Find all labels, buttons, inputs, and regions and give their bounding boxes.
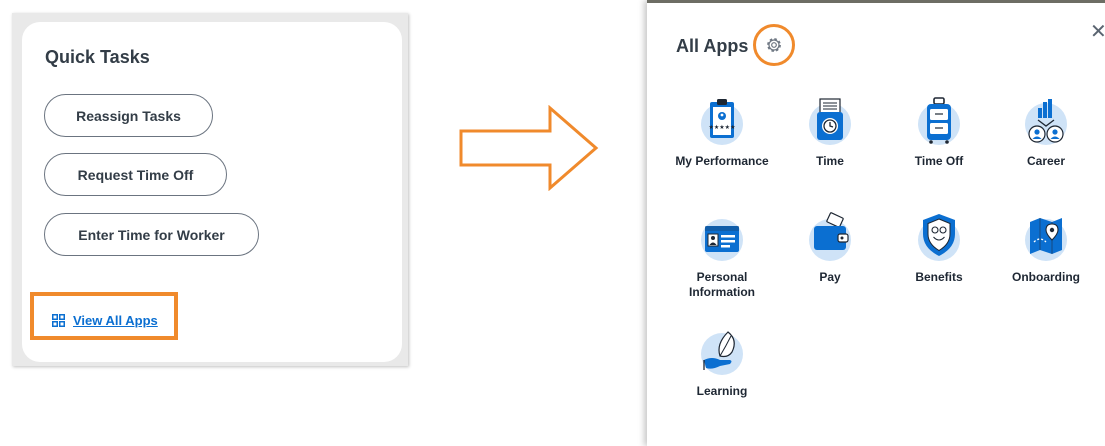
career-people-chart-icon <box>1025 99 1067 145</box>
right-arrow-icon <box>459 105 599 191</box>
enter-time-for-worker-button[interactable]: Enter Time for Worker <box>44 213 259 256</box>
app-onboarding[interactable]: Onboarding <box>991 212 1101 285</box>
gear-icon[interactable] <box>764 35 784 55</box>
map-icon <box>1025 218 1067 261</box>
app-learning[interactable]: Learning <box>667 326 777 399</box>
hand-leaf-icon <box>701 331 743 375</box>
app-time[interactable]: Time <box>775 96 885 169</box>
close-icon[interactable]: ✕ <box>1090 22 1105 42</box>
app-label: Pay <box>819 270 841 284</box>
request-time-off-button[interactable]: Request Time Off <box>44 153 227 196</box>
view-all-apps-link[interactable]: View All Apps <box>52 313 158 328</box>
app-label: Time Off <box>914 154 964 168</box>
all-apps-title: All Apps <box>676 36 749 56</box>
shield-icon <box>918 214 960 261</box>
grid-icon <box>52 314 65 327</box>
app-label: Time <box>816 154 844 168</box>
clipboard-rating-icon: ★★★★★ <box>701 99 743 145</box>
app-label: My Performance <box>675 154 769 168</box>
app-label: Career <box>1026 154 1066 168</box>
app-label: Benefits <box>915 270 963 284</box>
app-label: Learning <box>696 384 748 398</box>
time-clock-icon <box>809 98 851 145</box>
app-label: Personal Information <box>689 270 755 299</box>
view-all-apps-label: View All Apps <box>73 313 158 328</box>
app-my-performance[interactable]: ★★★★★ My Performance <box>667 96 777 169</box>
app-time-off[interactable]: Time Off <box>884 96 994 169</box>
svg-text:★★★★★: ★★★★★ <box>709 124 736 131</box>
app-label: Onboarding <box>1012 270 1080 284</box>
app-pay[interactable]: Pay <box>775 212 885 285</box>
suitcase-icon <box>918 97 960 145</box>
reassign-tasks-button[interactable]: Reassign Tasks <box>44 94 213 137</box>
app-benefits[interactable]: Benefits <box>884 212 994 285</box>
panel-top-strip <box>647 0 1105 3</box>
quick-tasks-title: Quick Tasks <box>45 47 150 67</box>
app-personal-information[interactable]: Personal Information <box>667 212 777 300</box>
id-card-icon <box>701 219 743 261</box>
wallet-icon <box>809 212 851 261</box>
app-career[interactable]: Career <box>991 96 1101 169</box>
